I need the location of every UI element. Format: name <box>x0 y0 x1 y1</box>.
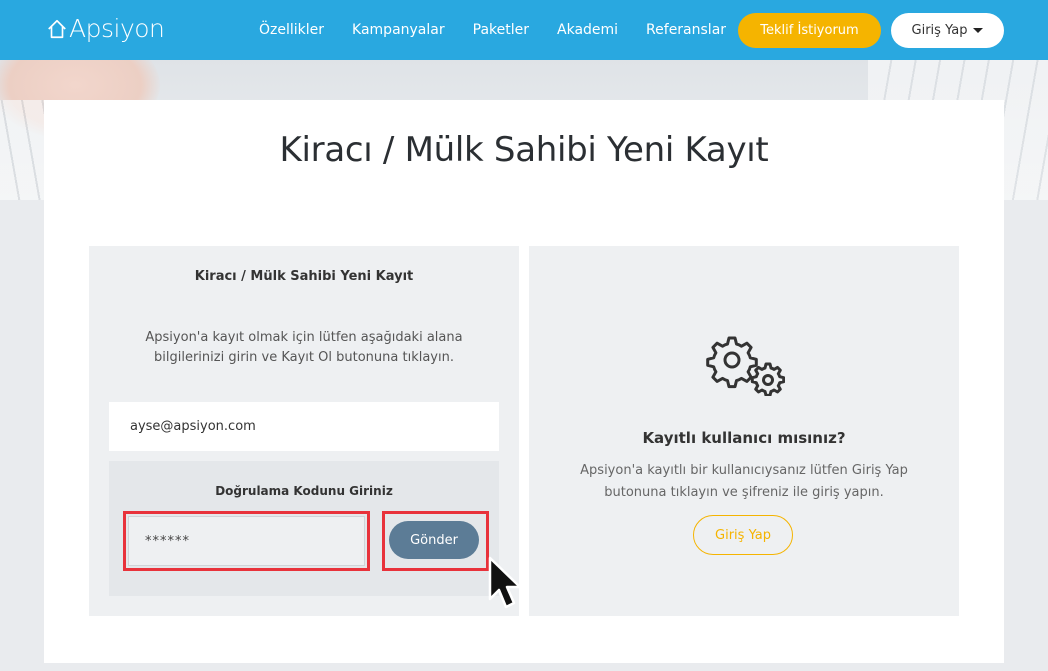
menu-item-paketler[interactable]: Paketler <box>473 22 529 38</box>
main-menu: Özellikler Kampanyalar Paketler Akademi … <box>259 22 754 38</box>
existing-user-title: Kayıtlı kullanıcı mısınız? <box>642 429 846 447</box>
home-icon <box>48 19 66 38</box>
register-title: Kiracı / Mülk Sahibi Yeni Kayıt <box>194 269 414 284</box>
menu-item-kampanyalar[interactable]: Kampanyalar <box>352 22 445 38</box>
register-panel: Kiracı / Mülk Sahibi Yeni Kayıt Apsiyon'… <box>89 246 522 616</box>
verification-code-field[interactable] <box>128 516 365 566</box>
send-button[interactable]: Gönder <box>389 521 479 559</box>
logo[interactable]: Apsiyon <box>46 14 165 43</box>
card-header: Kiracı / Mülk Sahibi Yeni Kayıt <box>44 100 1004 200</box>
caret-down-icon <box>973 28 984 33</box>
registration-card: Kiracı / Mülk Sahibi Yeni Kayıt Kiracı /… <box>44 100 1004 663</box>
verification-title: Doğrulama Kodunu Giriniz <box>215 484 393 498</box>
mouse-cursor-icon <box>488 556 522 609</box>
logo-text: Apsiyon <box>69 14 165 43</box>
register-description: Apsiyon'a kayıt olmak için lütfen aşağıd… <box>145 330 463 365</box>
login-button[interactable]: Giriş Yap <box>693 515 793 555</box>
top-navbar: Apsiyon Özellikler Kampanyalar Paketler … <box>0 0 1048 60</box>
email-field[interactable] <box>109 402 499 451</box>
login-dropdown-label: Giriş Yap <box>911 23 968 38</box>
login-dropdown-button[interactable]: Giriş Yap <box>891 13 1004 48</box>
verification-box: Doğrulama Kodunu Giriniz Gönder <box>109 461 522 609</box>
page-title: Kiracı / Mülk Sahibi Yeni Kayıt <box>279 130 769 170</box>
offer-button[interactable]: Teklif İstiyorum <box>738 13 881 48</box>
gears-icon <box>706 336 785 396</box>
existing-user-panel: Kayıtlı kullanıcı mısınız? Apsiyon'a kay… <box>529 246 959 616</box>
menu-item-ozellikler[interactable]: Özellikler <box>259 22 324 38</box>
menu-item-referanslar[interactable]: Referanslar <box>646 22 726 38</box>
menu-item-akademi[interactable]: Akademi <box>557 22 618 38</box>
existing-user-description: Apsiyon'a kayıtlı bir kullanıcıysanız lü… <box>580 463 908 500</box>
